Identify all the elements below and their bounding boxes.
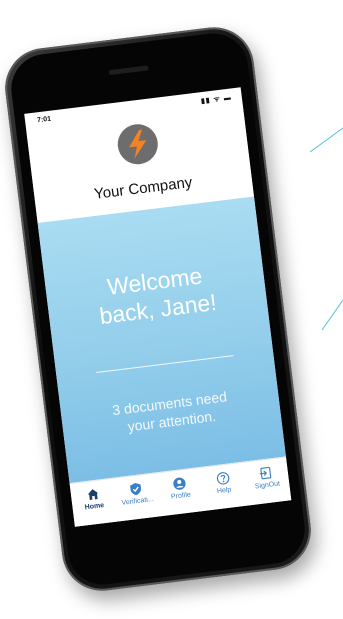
tab-signout-label: SignOut [254, 480, 281, 491]
divider [96, 355, 234, 373]
tab-home-label: Home [84, 502, 105, 512]
shield-check-icon [130, 482, 142, 496]
sign-out-icon [259, 466, 272, 480]
tab-profile[interactable]: Profile [157, 468, 203, 502]
status-time: 7:01 [36, 115, 52, 125]
documents-notice[interactable]: 3 documents need your attention. [60, 381, 281, 443]
user-icon [173, 477, 186, 490]
lightning-bolt-icon [129, 129, 147, 159]
phone-frame: 7:01 ▮▮ ᯤ ▬ Your Company Welcome back, J… [0, 22, 316, 596]
welcome-banner: Welcome back, Jane! 3 documents need you… [37, 196, 286, 484]
tab-help[interactable]: Help [200, 463, 246, 497]
tab-profile-label: Profile [170, 491, 192, 501]
home-icon [87, 489, 99, 501]
status-indicators-icon: ▮▮ ᯤ ▬ [200, 94, 233, 106]
tab-signout[interactable]: SignOut [243, 458, 289, 492]
help-icon [216, 472, 229, 485]
welcome-message: Welcome back, Jane! [45, 254, 268, 336]
tab-help-label: Help [216, 486, 232, 496]
tab-verification-label: Verificati... [121, 495, 155, 507]
tab-verification[interactable]: Verificati... [113, 473, 159, 507]
tab-home[interactable]: Home [70, 479, 116, 513]
company-logo [115, 121, 161, 167]
